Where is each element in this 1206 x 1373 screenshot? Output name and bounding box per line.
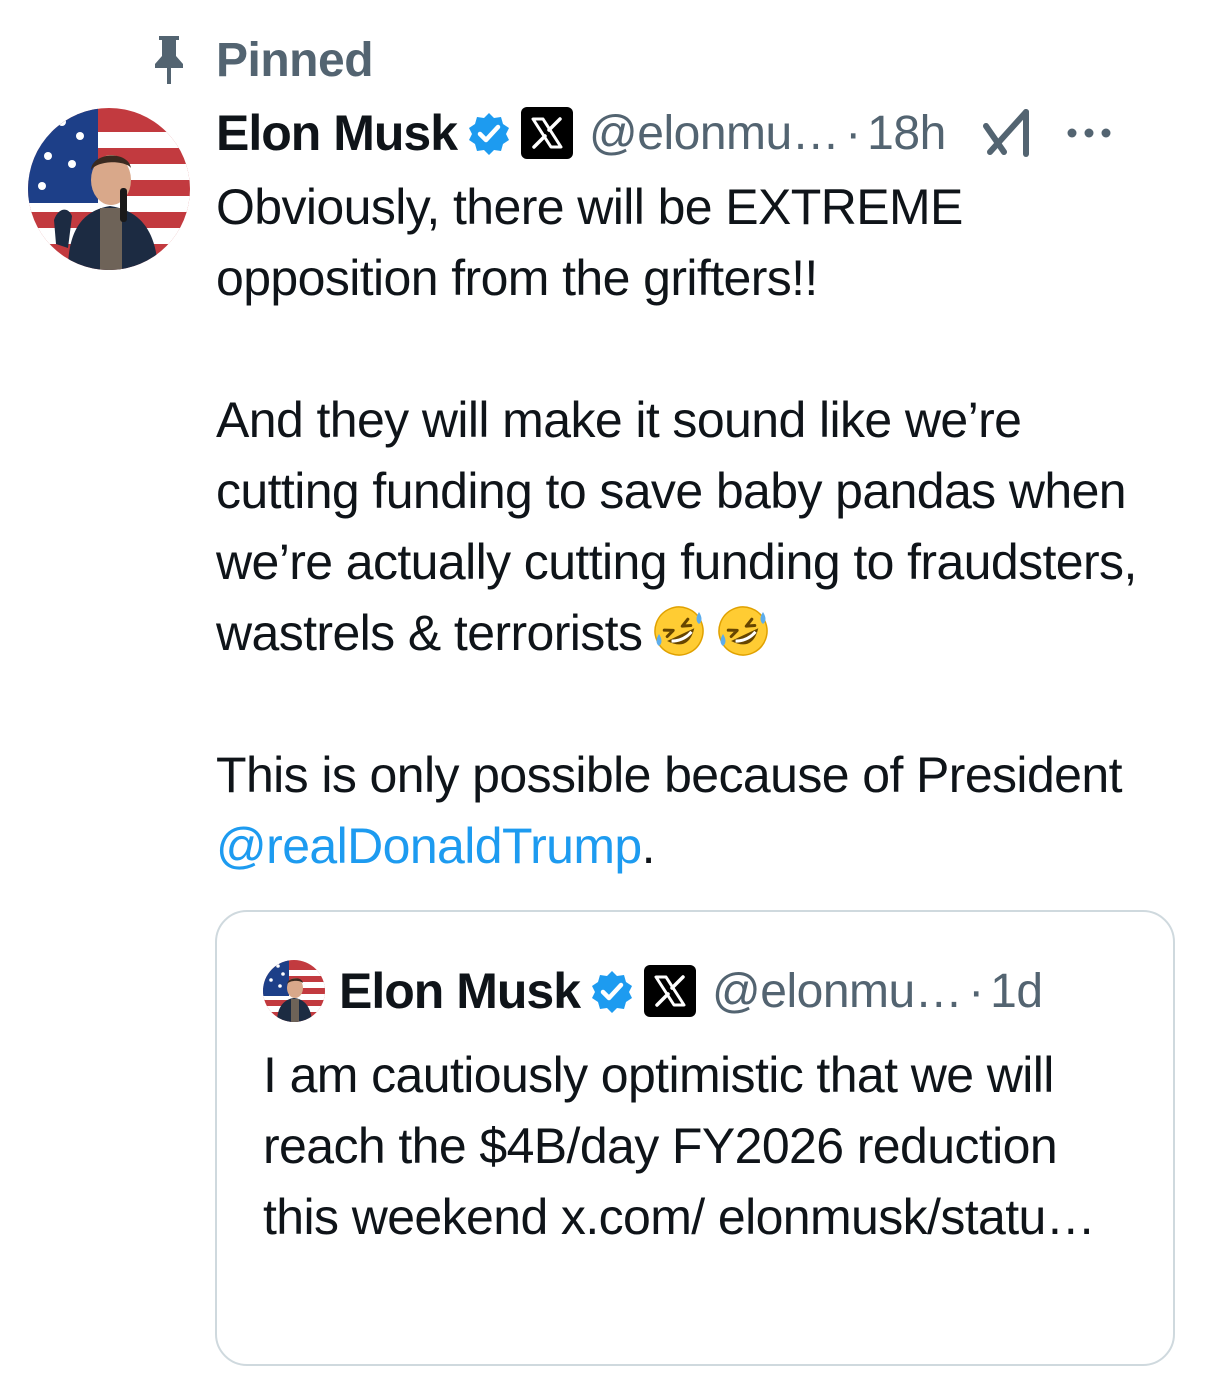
author-handle[interactable]: @elonmu… [589,106,840,161]
quoted-tweet-text: I am cautiously optimistic that we will … [263,1047,1096,1245]
tweet-paragraph: And they will make it sound like we’re c… [216,385,1176,669]
verified-icon[interactable] [467,111,511,155]
trailing-punctuation: . [641,818,656,874]
quoted-author-name: Elon Musk [339,963,581,1019]
pin-icon [148,34,190,86]
rofl-emoji-icon [716,604,770,658]
quoted-tweet-timestamp: 1d [990,964,1043,1018]
tweet-text: Obviously, there will be EXTREME opposit… [216,172,1176,882]
mention-link[interactable]: @realDonaldTrump [216,818,642,874]
pinned-label: Pinned [216,33,374,87]
rofl-emoji-icon [652,604,706,658]
tweet-paragraph: Obviously, there will be EXTREME opposit… [216,179,963,306]
separator-dot: · [968,964,985,1018]
tweet-paragraph: This is only possible because of Preside… [216,740,1176,882]
author-name[interactable]: Elon Musk [216,104,458,162]
quoted-author-handle: @elonmu… [712,964,963,1018]
more-icon[interactable] [1066,123,1112,143]
separator-dot: · [845,106,862,160]
tweet-paragraph-text: This is only possible because of Preside… [216,747,1122,803]
grok-icon[interactable] [982,106,1036,160]
pinned-indicator: Pinned [148,30,374,90]
verified-icon [590,969,634,1013]
tweet-header: Elon Musk @elonmu… · 18h [216,100,1186,166]
quoted-author-avatar [263,960,325,1022]
x-affiliate-badge[interactable] [521,107,574,159]
tweet-timestamp[interactable]: 18h [867,106,946,161]
quoted-tweet-card[interactable]: Elon Musk @elonmu… · 1d I am cautiously … [215,910,1175,1366]
quoted-tweet-header: Elon Musk @elonmu… · 1d [263,958,1043,1024]
author-avatar[interactable] [28,108,190,270]
x-affiliate-badge [644,965,697,1017]
